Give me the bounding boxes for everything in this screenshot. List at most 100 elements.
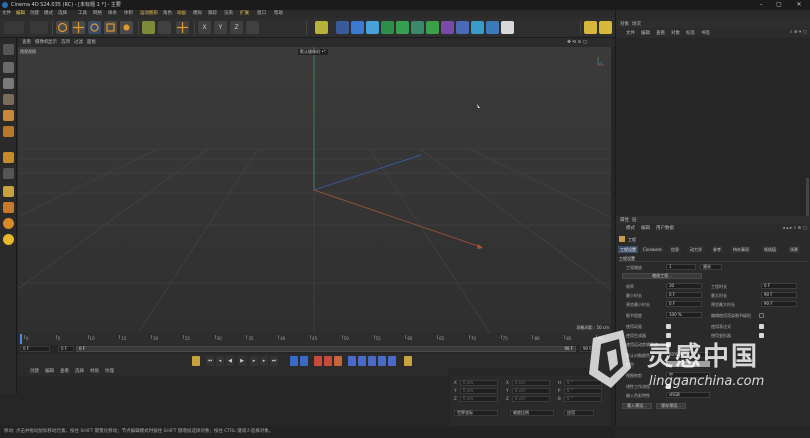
- object-manager-menu-item[interactable]: 查看: [656, 30, 665, 36]
- material-menu-item[interactable]: 纹理: [105, 368, 114, 376]
- menu-item-1[interactable]: 编辑: [16, 10, 25, 18]
- playhead[interactable]: [20, 334, 22, 344]
- object-manager-menu-item[interactable]: 编辑: [641, 30, 650, 36]
- attribute-tab[interactable]: 层: [632, 217, 637, 223]
- render-view-icon[interactable]: [584, 21, 597, 34]
- cube-object-icon[interactable]: [336, 21, 349, 34]
- viewport-menu-item[interactable]: 显示: [48, 38, 57, 47]
- parameter-key-icon[interactable]: [378, 356, 386, 366]
- position-key-icon[interactable]: [348, 356, 356, 366]
- scale-project-button[interactable]: 缩放工程...: [622, 273, 702, 279]
- extrude-icon[interactable]: [396, 21, 409, 34]
- camera-label[interactable]: 默认摄像机 •*: [298, 49, 328, 55]
- menu-item-11[interactable]: 动画: [177, 10, 186, 18]
- viewport-menu-item[interactable]: 过滤: [74, 38, 83, 47]
- object-manager-menu-item[interactable]: 标签: [686, 30, 695, 36]
- axis-tool-icon[interactable]: [176, 21, 189, 34]
- menu-item-10[interactable]: 角色: [163, 10, 172, 18]
- cloner-icon[interactable]: [411, 21, 424, 34]
- object-manager-tab[interactable]: 对象: [620, 21, 629, 27]
- scale-tool-icon[interactable]: [104, 21, 117, 34]
- model-mode-icon[interactable]: [142, 21, 155, 34]
- attribute-subtab[interactable]: Cineware: [641, 246, 664, 253]
- next-key-button[interactable]: ▸: [260, 356, 268, 366]
- pla-key-icon[interactable]: [388, 356, 396, 366]
- enable-axis-icon[interactable]: [3, 152, 14, 163]
- render-settings-icon[interactable]: [599, 21, 612, 34]
- menu-item-3[interactable]: 模式: [44, 10, 53, 18]
- snap-icon[interactable]: [3, 186, 14, 197]
- attribute-subtab[interactable]: 信息: [669, 246, 681, 253]
- light-icon[interactable]: [501, 21, 514, 34]
- preview-min-field[interactable]: 0 F: [666, 301, 702, 307]
- menu-item-2[interactable]: 创建: [30, 10, 39, 18]
- object-mode-icon[interactable]: [158, 21, 171, 34]
- go-to-end-button[interactable]: ⏭: [270, 356, 278, 366]
- menu-item-14[interactable]: 渲染: [224, 10, 233, 18]
- menu-item-6[interactable]: 网格: [93, 10, 102, 18]
- texture-mode-icon[interactable]: [3, 78, 14, 89]
- min-time-field[interactable]: 0 F: [666, 292, 702, 298]
- lod-field[interactable]: 100 %: [666, 312, 702, 318]
- rotation-key-icon[interactable]: [368, 356, 376, 366]
- project-time-field[interactable]: 0 F: [761, 283, 797, 289]
- rotate-tool-icon[interactable]: [88, 21, 101, 34]
- max-time-field[interactable]: 90 F: [761, 292, 797, 298]
- coordinate-scale-dropdown[interactable]: 缩放比例: [510, 410, 554, 416]
- make-editable-icon[interactable]: [3, 44, 14, 55]
- keyframe-selection-icon[interactable]: [334, 356, 342, 366]
- coordinate-mode-dropdown[interactable]: 世界坐标: [454, 410, 498, 416]
- previous-frame-button[interactable]: ◀: [226, 356, 234, 366]
- preview-max-field[interactable]: 90 F: [761, 301, 797, 307]
- keyframe-icon[interactable]: [192, 356, 200, 366]
- material-area[interactable]: [18, 376, 448, 426]
- coordinate-field[interactable]: 0 cm: [512, 388, 550, 394]
- menu-item-5[interactable]: 工具: [78, 10, 87, 18]
- menu-item-17[interactable]: 帮助: [274, 10, 283, 18]
- viewport-nav-icons[interactable]: ✥ ⟲ ⊙ ▢: [567, 38, 587, 47]
- live-selection-icon[interactable]: [56, 21, 69, 34]
- attribute-subtab[interactable]: 帧插值: [762, 246, 778, 253]
- attribute-nav-icons[interactable]: ◂ ▴ ▸ ⌕ ⊕ ▢: [783, 225, 807, 231]
- menu-item-15[interactable]: 扩展: [240, 10, 249, 18]
- scale-field[interactable]: 1: [666, 264, 696, 270]
- attribute-menu-item[interactable]: 编辑: [641, 225, 650, 231]
- object-manager-menu-item[interactable]: 文件: [626, 30, 635, 36]
- edge-mode-icon[interactable]: [3, 110, 14, 121]
- attribute-subtab[interactable]: 待办事项: [731, 246, 751, 253]
- attribute-subtab[interactable]: 场景: [788, 246, 800, 253]
- viewport-menu-item[interactable]: 摄像机: [35, 38, 49, 47]
- range-slider[interactable]: 0 F 90 F: [76, 346, 576, 352]
- model-icon[interactable]: [3, 62, 14, 73]
- cube-primitive-icon[interactable]: [351, 21, 364, 34]
- material-menu-item[interactable]: 编辑: [45, 368, 54, 376]
- tweak-mode-icon[interactable]: [3, 168, 14, 179]
- viewport-menu-item[interactable]: 面板: [87, 38, 96, 47]
- go-to-start-button[interactable]: ⏮: [206, 356, 214, 366]
- polygon-mode-icon[interactable]: [3, 126, 14, 137]
- maximize-button[interactable]: ▢: [772, 0, 786, 10]
- pen-spline-icon[interactable]: [366, 21, 379, 34]
- point-mode-icon[interactable]: [3, 94, 14, 105]
- menu-item-8[interactable]: 体积: [124, 10, 133, 18]
- menu-item-7[interactable]: 样条: [108, 10, 117, 18]
- attribute-tab[interactable]: 属性: [620, 217, 629, 223]
- attribute-subtab[interactable]: 动力学: [688, 246, 704, 253]
- next-frame-button[interactable]: ▸: [250, 356, 258, 366]
- menu-item-12[interactable]: 模拟: [193, 10, 202, 18]
- lod-render-checkbox[interactable]: [759, 313, 764, 318]
- x-axis-lock-icon[interactable]: X: [198, 21, 211, 34]
- fps-field[interactable]: 30: [666, 283, 702, 289]
- effector-icon[interactable]: [426, 21, 439, 34]
- menu-item-4[interactable]: 选择: [58, 10, 67, 18]
- menu-item-0[interactable]: 文件: [2, 10, 11, 18]
- apply-button[interactable]: 应用: [564, 410, 594, 416]
- attribute-subtab[interactable]: 参考: [711, 246, 723, 253]
- timeline-ruler[interactable]: 051015202530354045505560657075808590: [18, 333, 611, 345]
- close-button[interactable]: ✕: [792, 0, 806, 10]
- menu-item-13[interactable]: 跟踪: [208, 10, 217, 18]
- loop-icon[interactable]: [290, 356, 298, 366]
- perspective-viewport[interactable]: 透视视图 默认摄像机 •* 网格间距 : 50 cm: [18, 47, 611, 333]
- material-menu-item[interactable]: 选择: [75, 368, 84, 376]
- current-frame-field[interactable]: 0 F: [20, 346, 50, 352]
